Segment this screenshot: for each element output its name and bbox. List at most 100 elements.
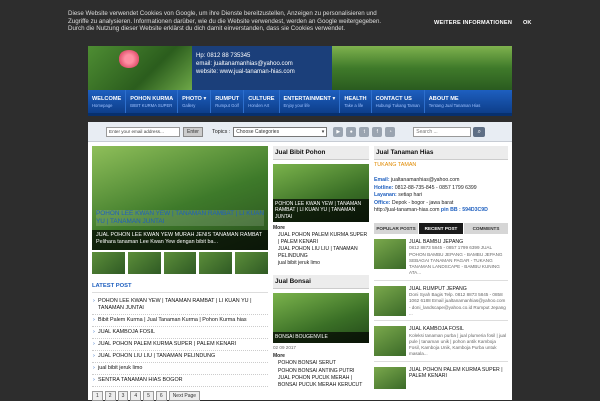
header-landscape-image [332, 46, 512, 90]
post-thumbnail[interactable] [374, 285, 406, 316]
nav-culture[interactable]: CULTURE Honden Art [244, 90, 280, 113]
box-item[interactable]: POHON BONSAI ANTING PUTRI [273, 368, 369, 375]
latest-post-item[interactable]: JUAL POHON PALEM KURMA SUPER | PALEM KEN… [92, 339, 268, 351]
popular-post[interactable]: JUAL KAMBOJA FOSIL Koleksi tanaman purba … [374, 326, 508, 362]
nav-title: WELCOME [92, 96, 122, 102]
chevron-down-icon: ▾ [321, 128, 325, 135]
category-value: Choose Categories [236, 128, 280, 135]
latest-post-item[interactable]: JUAL POHON LIU LIU | TANAMAN PELINDUNG [92, 351, 268, 363]
latest-post-title: LATEST POST [92, 283, 268, 293]
latest-post-item[interactable]: SENTRA TANAMAN HIAS BOGOR [92, 375, 268, 387]
layanan-label: Layanan: [374, 192, 397, 199]
featured-slider[interactable]: POHON LEE KWAN YEW | TANAMAN RAMBAT | LI… [92, 146, 268, 250]
rss-icon[interactable]: ◔ [385, 126, 396, 137]
search-input[interactable]: Search ... [413, 126, 472, 137]
post-excerpt: Doni Syah Bagis Telp. 0812 8873 5845 - 0… [409, 292, 506, 316]
box-caption[interactable]: BONSAI BOUGENVILE [273, 332, 369, 343]
subscribe-enter-button[interactable]: Enter [183, 126, 203, 137]
header-phone: Hp: 0812 88 735345 [196, 53, 251, 59]
nav-about-me[interactable]: ABOUT ME Tentang Jual Tanaman Hias [425, 90, 485, 113]
cookie-ok-button[interactable]: OK [523, 20, 531, 26]
header-flower-image [88, 46, 192, 90]
post-tabs: POPULAR POSTS RECENT POST COMMENTS [374, 222, 508, 234]
box-item[interactable]: JUAL POHON PALEM KURMA SUPER | PALEM KEN… [273, 232, 369, 245]
tab-recent-post[interactable]: RECENT POST [419, 222, 463, 234]
cookie-more-info-link[interactable]: WEITERE INFORMATIONEN [434, 20, 512, 26]
popular-post[interactable]: JUAL BAMBU JEPANG 0812 8873 5845 - 0857 1… [374, 238, 508, 281]
cookie-text: Diese Website verwendet Cookies von Goog… [68, 10, 382, 33]
nav-sub: Hubungi Tukang Taman [375, 103, 420, 108]
right-column: Jual Tanaman Hias TUKANG TAMAN Email: ju… [374, 146, 508, 392]
popular-post[interactable]: JUAL RUMPUT JEPANG Doni Syah Bagis Telp. … [374, 285, 508, 322]
slider-thumbnail[interactable] [92, 252, 125, 274]
post-title[interactable]: JUAL POHON PALEM KURMA SUPER | PALEM KEN… [409, 367, 508, 380]
nav-title: ENTERTAINMENT ▾ [283, 96, 336, 102]
latest-post-item[interactable]: Bibit Palem Kurma | Jual Tanaman Kurma |… [92, 315, 268, 327]
email-label: Email: [374, 177, 390, 183]
sidebar-subtitle: TUKANG TAMAN [374, 162, 417, 168]
latest-post-item[interactable]: jual bibit jeruk limo [92, 363, 268, 375]
slider-thumbnail[interactable] [163, 252, 197, 274]
slider-thumbnails [92, 252, 268, 276]
popular-post[interactable]: JUAL POHON PALEM KURMA SUPER | PALEM KEN… [374, 366, 508, 392]
nav-welcome[interactable]: WELCOME Homepage [88, 90, 127, 113]
post-thumbnail[interactable] [374, 366, 406, 389]
contact-info: Email: jualtanamanhias@yahoo.com Hotline… [374, 177, 508, 215]
youtube-icon[interactable]: ▶ [333, 126, 344, 137]
post-excerpt: Koleksi tanaman purba | jual plumeria fo… [409, 332, 507, 357]
nav-sub: Take a life [344, 103, 364, 108]
flower-icon [118, 50, 140, 68]
hotline-label: Hotline: [374, 184, 394, 191]
box-item[interactable]: POHON BONSAI SERUT [273, 360, 369, 367]
slide-description: JUAL POHON LEE KWAN YEW MURAH JENIS TANA… [92, 230, 268, 250]
nav-title: POHON KURMA [130, 96, 174, 102]
slider-thumbnail[interactable] [127, 252, 161, 274]
box-item[interactable]: JUAL POHON LIU LIU | TANAMAN PELINDUNG [273, 246, 369, 259]
nav-entertainment[interactable]: ENTERTAINMENT ▾ Enjoy your life [280, 90, 341, 113]
box-image-bibit[interactable]: POHON LEE KWAN YEW | TANAMAN RAMBAT | LI… [273, 164, 369, 222]
left-background [0, 46, 88, 400]
latest-post-item[interactable]: POHON LEE KWAN YEW | TANAMAN RAMBAT | LI… [92, 296, 268, 315]
email-value: jualtanamanhias@yahoo.com [391, 177, 460, 183]
office-label: Office: [374, 199, 391, 206]
nav-title: CULTURE [248, 96, 275, 102]
website-link[interactable]: http://jual-tanaman-hias.com [374, 207, 439, 213]
nav-photo[interactable]: PHOTO ▾ Gallery [178, 90, 212, 113]
category-select[interactable]: Choose Categories ▾ [233, 126, 328, 137]
slider-thumbnail[interactable] [199, 252, 233, 274]
toolbar: Enter your email address... Enter Topics… [88, 122, 512, 142]
box-image-bonsai[interactable]: BONSAI BOUGENVILE [273, 292, 369, 343]
nav-rumput[interactable]: RUMPUT Rumput Golf [211, 90, 245, 113]
box-item[interactable]: JUAL POHON PUCUK MERAH | BONSAI PUCUK ME… [273, 375, 369, 388]
office-value: Depok - bogor - jawa barat [391, 199, 454, 206]
main-content: POHON LEE KWAN YEW | TANAMAN RAMBAT | LI… [88, 142, 512, 401]
post-thumbnail[interactable] [374, 238, 406, 269]
more-link[interactable]: More [273, 225, 369, 231]
nav-title: RUMPUT [215, 96, 240, 102]
more-link[interactable]: More [273, 353, 369, 359]
nav-title: PHOTO ▾ [182, 96, 207, 102]
tab-comments[interactable]: COMMENTS [464, 222, 508, 234]
sidebar-title: Jual Tanaman Hias [374, 146, 508, 160]
nav-contact-us[interactable]: CONTACT US Hubungi Tukang Taman [372, 90, 425, 113]
subscribe-email-input[interactable]: Enter your email address... [106, 126, 180, 137]
nav-sub: Honden Art [248, 103, 270, 108]
slide-title[interactable]: POHON LEE KWAN YEW | TANAMAN RAMBAT | LI… [96, 210, 264, 226]
header-website[interactable]: website: www.jual-tanaman-hias.com [196, 68, 328, 76]
box-caption[interactable]: POHON LEE KWAN YEW | TANAMAN RAMBAT | LI… [273, 198, 369, 222]
tab-popular-posts[interactable]: POPULAR POSTS [374, 222, 418, 234]
search-icon[interactable]: ⌕ [473, 126, 486, 137]
facebook-icon[interactable]: f [372, 126, 383, 137]
slider-thumbnail[interactable] [235, 252, 268, 274]
nav-health[interactable]: HEALTH Take a life [340, 90, 372, 113]
twitter-icon[interactable]: t [359, 126, 370, 137]
latest-post-item[interactable]: JUAL KAMBOJA FOSIL [92, 327, 268, 339]
box-item[interactable]: jual bibit jeruk limo [273, 260, 369, 267]
post-thumbnail[interactable] [374, 326, 406, 357]
nav-sub: Enjoy your life [283, 103, 310, 108]
flickr-icon[interactable]: ● [346, 126, 357, 137]
nav-pohon-kurma[interactable]: POHON KURMA BIBIT KURMA SUPER [126, 90, 179, 113]
nav-title: ABOUT ME [428, 96, 459, 102]
header-email: email: jualtanamanhias@yahoo.com [196, 61, 293, 67]
latest-posts: LATEST POST POHON LEE KWAN YEW | TANAMAN… [92, 283, 268, 401]
